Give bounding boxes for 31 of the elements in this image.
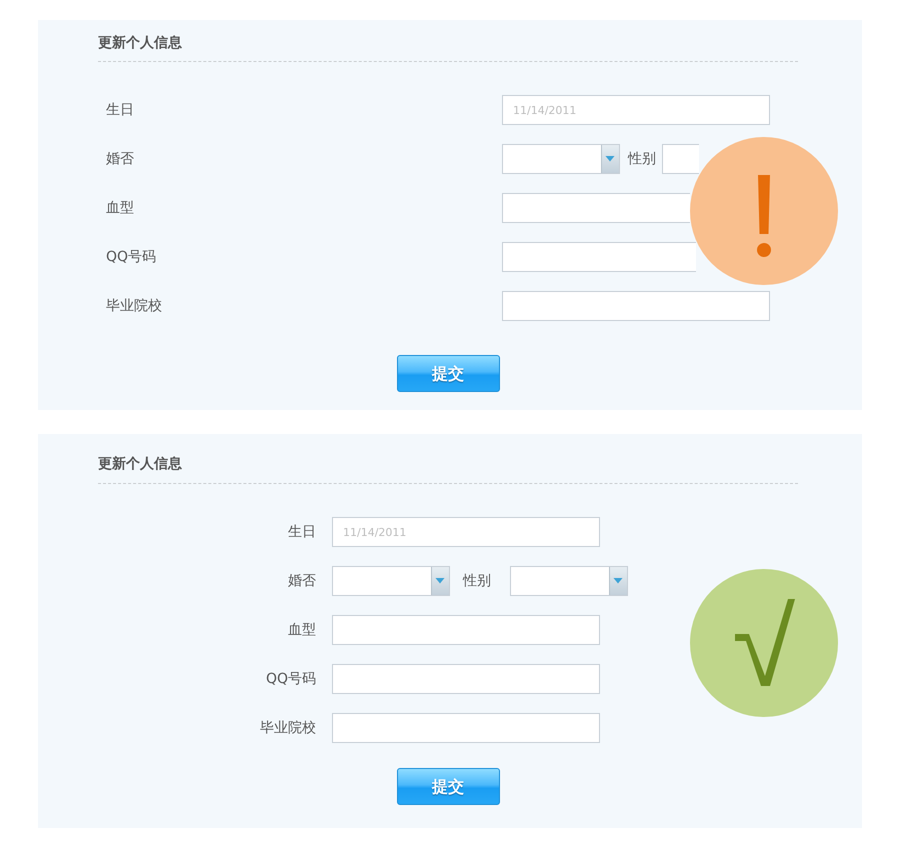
select-field[interactable] — [662, 144, 699, 174]
form-title: 更新个人信息 — [98, 454, 182, 474]
input-field[interactable] — [502, 291, 770, 321]
field-label: 血型 — [288, 621, 316, 639]
field-label: 生日 — [288, 523, 316, 541]
caret-icon[interactable] — [601, 145, 619, 173]
field-label: 性别 — [628, 150, 656, 168]
field-label: QQ号码 — [106, 248, 156, 266]
input-field[interactable] — [332, 664, 600, 694]
field-label: 婚否 — [106, 150, 134, 168]
submit-button[interactable]: 提交 — [396, 768, 500, 805]
select-field[interactable] — [502, 144, 620, 174]
submit-button[interactable]: 提交 — [396, 355, 500, 392]
input-field[interactable] — [332, 615, 600, 645]
field-label: 毕业院校 — [106, 297, 162, 315]
input-field[interactable] — [502, 193, 690, 223]
form-title: 更新个人信息 — [98, 34, 182, 53]
field-label: 婚否 — [288, 572, 316, 590]
date-field[interactable]: 11/14/2011 — [502, 95, 770, 125]
input-field[interactable] — [332, 713, 600, 743]
field-label: 生日 — [106, 101, 134, 119]
field-label: 毕业院校 — [260, 719, 316, 737]
caret-icon[interactable] — [609, 567, 627, 595]
select-field[interactable] — [332, 566, 450, 596]
input-field[interactable] — [502, 242, 696, 272]
field-label: QQ号码 — [266, 670, 316, 688]
field-label: 性别 — [463, 572, 491, 590]
field-label: 血型 — [106, 199, 134, 217]
caret-icon[interactable] — [431, 567, 449, 595]
select-field[interactable] — [510, 566, 628, 596]
date-field[interactable]: 11/14/2011 — [332, 517, 600, 547]
